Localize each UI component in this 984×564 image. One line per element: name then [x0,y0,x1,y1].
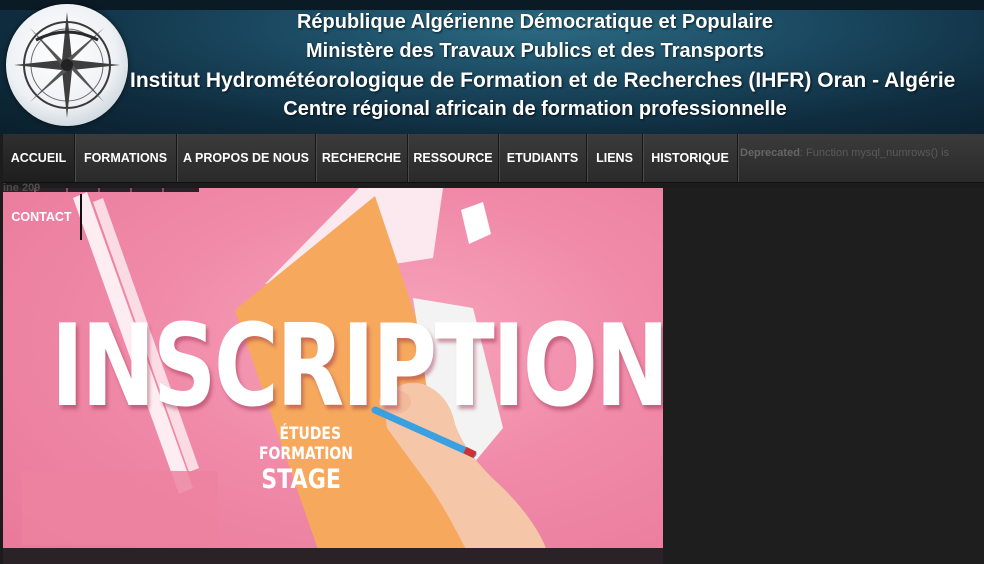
nav-item-a-propos[interactable]: A PROPOS DE NOUS [177,134,316,182]
header-line-centre: Centre régional africain de formation pr… [283,98,787,120]
nav-item-contact[interactable]: CONTACT [3,194,82,240]
banner-bottom-strip [3,548,663,564]
header-line-ministry: Ministère des Travaux Publics et des Tra… [306,40,764,62]
warning-title: Deprecated [740,147,800,159]
nav-item-liens[interactable]: LIENS [587,134,643,182]
header-line-republic: République Algérienne Démocratique et Po… [296,11,773,33]
nav-item-recherche[interactable]: RECHERCHE [316,134,408,182]
nav-item-accueil[interactable]: ACCUEIL [3,134,75,182]
nav-item-formations[interactable]: FORMATIONS [75,134,177,182]
institute-logo[interactable] [6,4,128,126]
warning-text: : Function mysql_numrows() is [799,147,950,159]
banner-headline: INSCRIPTION [51,300,663,432]
header-line-institute: Institut Hydrométéorologique de Formatio… [130,69,956,92]
warning-line-tail: ine 209 [3,182,41,194]
inscription-banner[interactable]: INSCRIPTION ÉTUDES FORMATION STAGE [3,188,663,564]
institution-titles: République Algérienne Démocratique et Po… [130,8,956,124]
banner-caption-box [22,471,218,545]
php-deprecated-warning: Deprecated: Function mysql_numrows() is [740,146,976,180]
nav-item-ressource[interactable]: RESSOURCE [408,134,499,182]
nav-item-historique[interactable]: HISTORIQUE [643,134,738,182]
banner-sub-formation: FORMATION [259,444,353,464]
site-header: République Algérienne Démocratique et Po… [0,0,984,136]
nav-item-etudiants[interactable]: ETUDIANTS [499,134,587,182]
banner-sub-stage: STAGE [261,464,341,495]
sidebar-panel [663,188,984,564]
banner-subtitles: ÉTUDES FORMATION STAGE [259,424,353,496]
compass-rose-icon [14,12,120,118]
banner-sub-etudes: ÉTUDES [279,424,341,444]
